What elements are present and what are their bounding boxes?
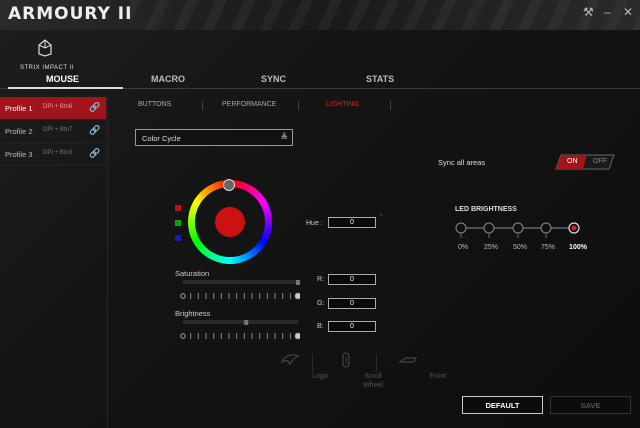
- blue-channel-swatch: [175, 235, 181, 241]
- save-button[interactable]: SAVE: [550, 396, 631, 414]
- profile-item-2[interactable]: Profile 2 DPI + Btn7 🔗: [0, 120, 106, 143]
- g-input[interactable]: 0: [328, 298, 376, 309]
- sidebar-divider: [107, 96, 108, 428]
- saturation-track: [180, 279, 302, 300]
- g-value: 0: [350, 300, 354, 307]
- slider-groove: [183, 320, 298, 324]
- r-label: R:: [317, 276, 324, 283]
- link-icon[interactable]: 🔗: [89, 125, 100, 136]
- profile-binding: DPI + Btn7: [43, 127, 73, 133]
- zone-label: Scroll Wheel: [363, 373, 383, 389]
- r-input[interactable]: 0: [328, 274, 376, 285]
- sync-all-areas-label: Sync all areas: [438, 158, 486, 167]
- brightness-slider[interactable]: [180, 319, 302, 340]
- default-button[interactable]: DEFAULT: [462, 396, 543, 414]
- saturation-slider[interactable]: [180, 279, 302, 300]
- armoury-window: ARMOURY II ⚒ – ✕ STRIX IMPACT II MOUSE M…: [0, 0, 640, 428]
- close-icon[interactable]: ✕: [623, 5, 633, 19]
- brightness-level-25[interactable]: 25%: [484, 244, 498, 251]
- title-bar: ARMOURY II ⚒ – ✕: [0, 0, 640, 30]
- subtab-lighting[interactable]: LIGHTING: [326, 101, 359, 108]
- slider-max-marker: [294, 332, 302, 340]
- subtab-separator: [298, 101, 299, 110]
- saturation-label: Saturation: [175, 269, 210, 278]
- settings-icon[interactable]: ⚒: [583, 5, 594, 19]
- mouse-device-icon: [38, 39, 52, 57]
- lighting-effect-value: Color Cycle: [142, 134, 181, 143]
- rog-logo-icon: [280, 354, 300, 366]
- device-selector[interactable]: STRIX IMPACT II: [20, 38, 74, 71]
- r-value: 0: [350, 276, 354, 283]
- selected-color-preview: [215, 207, 245, 237]
- b-value: 0: [350, 323, 354, 330]
- sub-tabs: BUTTONS PERFORMANCE LIGHTING: [108, 99, 408, 113]
- link-icon[interactable]: 🔗: [89, 102, 100, 113]
- tab-sync[interactable]: SYNC: [261, 74, 286, 84]
- b-input[interactable]: 0: [328, 321, 376, 332]
- main-tabs: MOUSE MACRO SYNC STATS: [0, 72, 640, 88]
- lighting-zones: Logo Scroll Wheel Front: [270, 352, 446, 397]
- brightness-level-100[interactable]: 100%: [569, 244, 587, 251]
- toggle-on-label: ON: [567, 158, 578, 165]
- red-channel-swatch: [175, 205, 181, 211]
- profile-item-1[interactable]: Profile 1 DPI + Btn6 🔗: [0, 97, 106, 120]
- chevron-down-icon: ≜: [280, 132, 288, 142]
- led-brightness-label: LED BRIGHTNESS: [455, 206, 517, 213]
- brightness-label: Brightness: [175, 309, 211, 318]
- slider-max-marker: [294, 292, 302, 300]
- brightness-track: [180, 319, 302, 340]
- subtab-performance[interactable]: PERFORMANCE: [222, 101, 276, 108]
- g-label: G:: [317, 300, 325, 307]
- zone-separator: [312, 354, 313, 372]
- color-wheel[interactable]: [188, 179, 272, 264]
- led-brightness-slider[interactable]: 0% 25% 50% 75% 100%: [450, 218, 590, 258]
- toggle-off-label: OFF: [593, 158, 607, 165]
- profile-name: Profile 3: [5, 150, 33, 159]
- sync-all-areas-toggle[interactable]: ON OFF: [555, 154, 615, 170]
- title-bar-decoration: [130, 0, 640, 30]
- tab-mouse[interactable]: MOUSE: [46, 74, 79, 84]
- slider-min-marker: [180, 333, 186, 339]
- profile-binding: DPI + Btn3: [43, 150, 73, 156]
- b-label: B:: [317, 323, 324, 330]
- tab-macro[interactable]: MACRO: [151, 74, 185, 84]
- device-name: STRIX IMPACT II: [20, 65, 74, 71]
- subtab-separator: [390, 101, 391, 110]
- hue-value: 0: [350, 219, 354, 226]
- slider-handle[interactable]: [296, 279, 300, 285]
- subtab-buttons[interactable]: BUTTONS: [138, 101, 171, 108]
- zone-logo[interactable]: Logo: [270, 352, 328, 380]
- lighting-effect-dropdown[interactable]: Color Cycle ≜: [135, 129, 293, 146]
- tab-stats[interactable]: STATS: [366, 74, 394, 84]
- link-icon[interactable]: 🔗: [89, 148, 100, 159]
- slider-min-marker: [180, 293, 186, 299]
- hue-label: Hue :: [306, 220, 323, 227]
- brightness-level-50[interactable]: 50%: [513, 244, 527, 251]
- subtab-separator: [202, 101, 203, 110]
- front-light-icon: [398, 357, 417, 363]
- slider-handle[interactable]: [244, 319, 249, 325]
- scroll-wheel-icon: [342, 352, 350, 368]
- zone-scroll-wheel[interactable]: Scroll Wheel: [326, 352, 383, 389]
- led-brightness-track: [455, 222, 580, 238]
- hue-unit: °: [380, 214, 383, 220]
- active-tab-indicator: [8, 87, 123, 89]
- hue-input[interactable]: 0: [328, 217, 376, 228]
- profile-list: Profile 1 DPI + Btn6 🔗 Profile 2 DPI + B…: [0, 97, 106, 166]
- zone-front[interactable]: Front: [388, 352, 446, 380]
- hue-picker-handle[interactable]: [223, 179, 235, 191]
- profile-name: Profile 2: [5, 127, 33, 136]
- zone-label: Logo: [312, 373, 328, 380]
- zone-label: Front: [429, 373, 447, 380]
- profile-name: Profile 1: [5, 104, 33, 113]
- slider-groove: [183, 280, 298, 284]
- minimize-icon[interactable]: –: [604, 5, 611, 19]
- zone-separator: [376, 354, 377, 372]
- app-title: ARMOURY II: [8, 4, 133, 24]
- brightness-level-0[interactable]: 0%: [458, 244, 468, 251]
- brightness-level-75[interactable]: 75%: [541, 244, 555, 251]
- profile-binding: DPI + Btn6: [43, 104, 73, 110]
- profile-item-3[interactable]: Profile 3 DPI + Btn3 🔗: [0, 143, 106, 166]
- green-channel-swatch: [175, 220, 181, 226]
